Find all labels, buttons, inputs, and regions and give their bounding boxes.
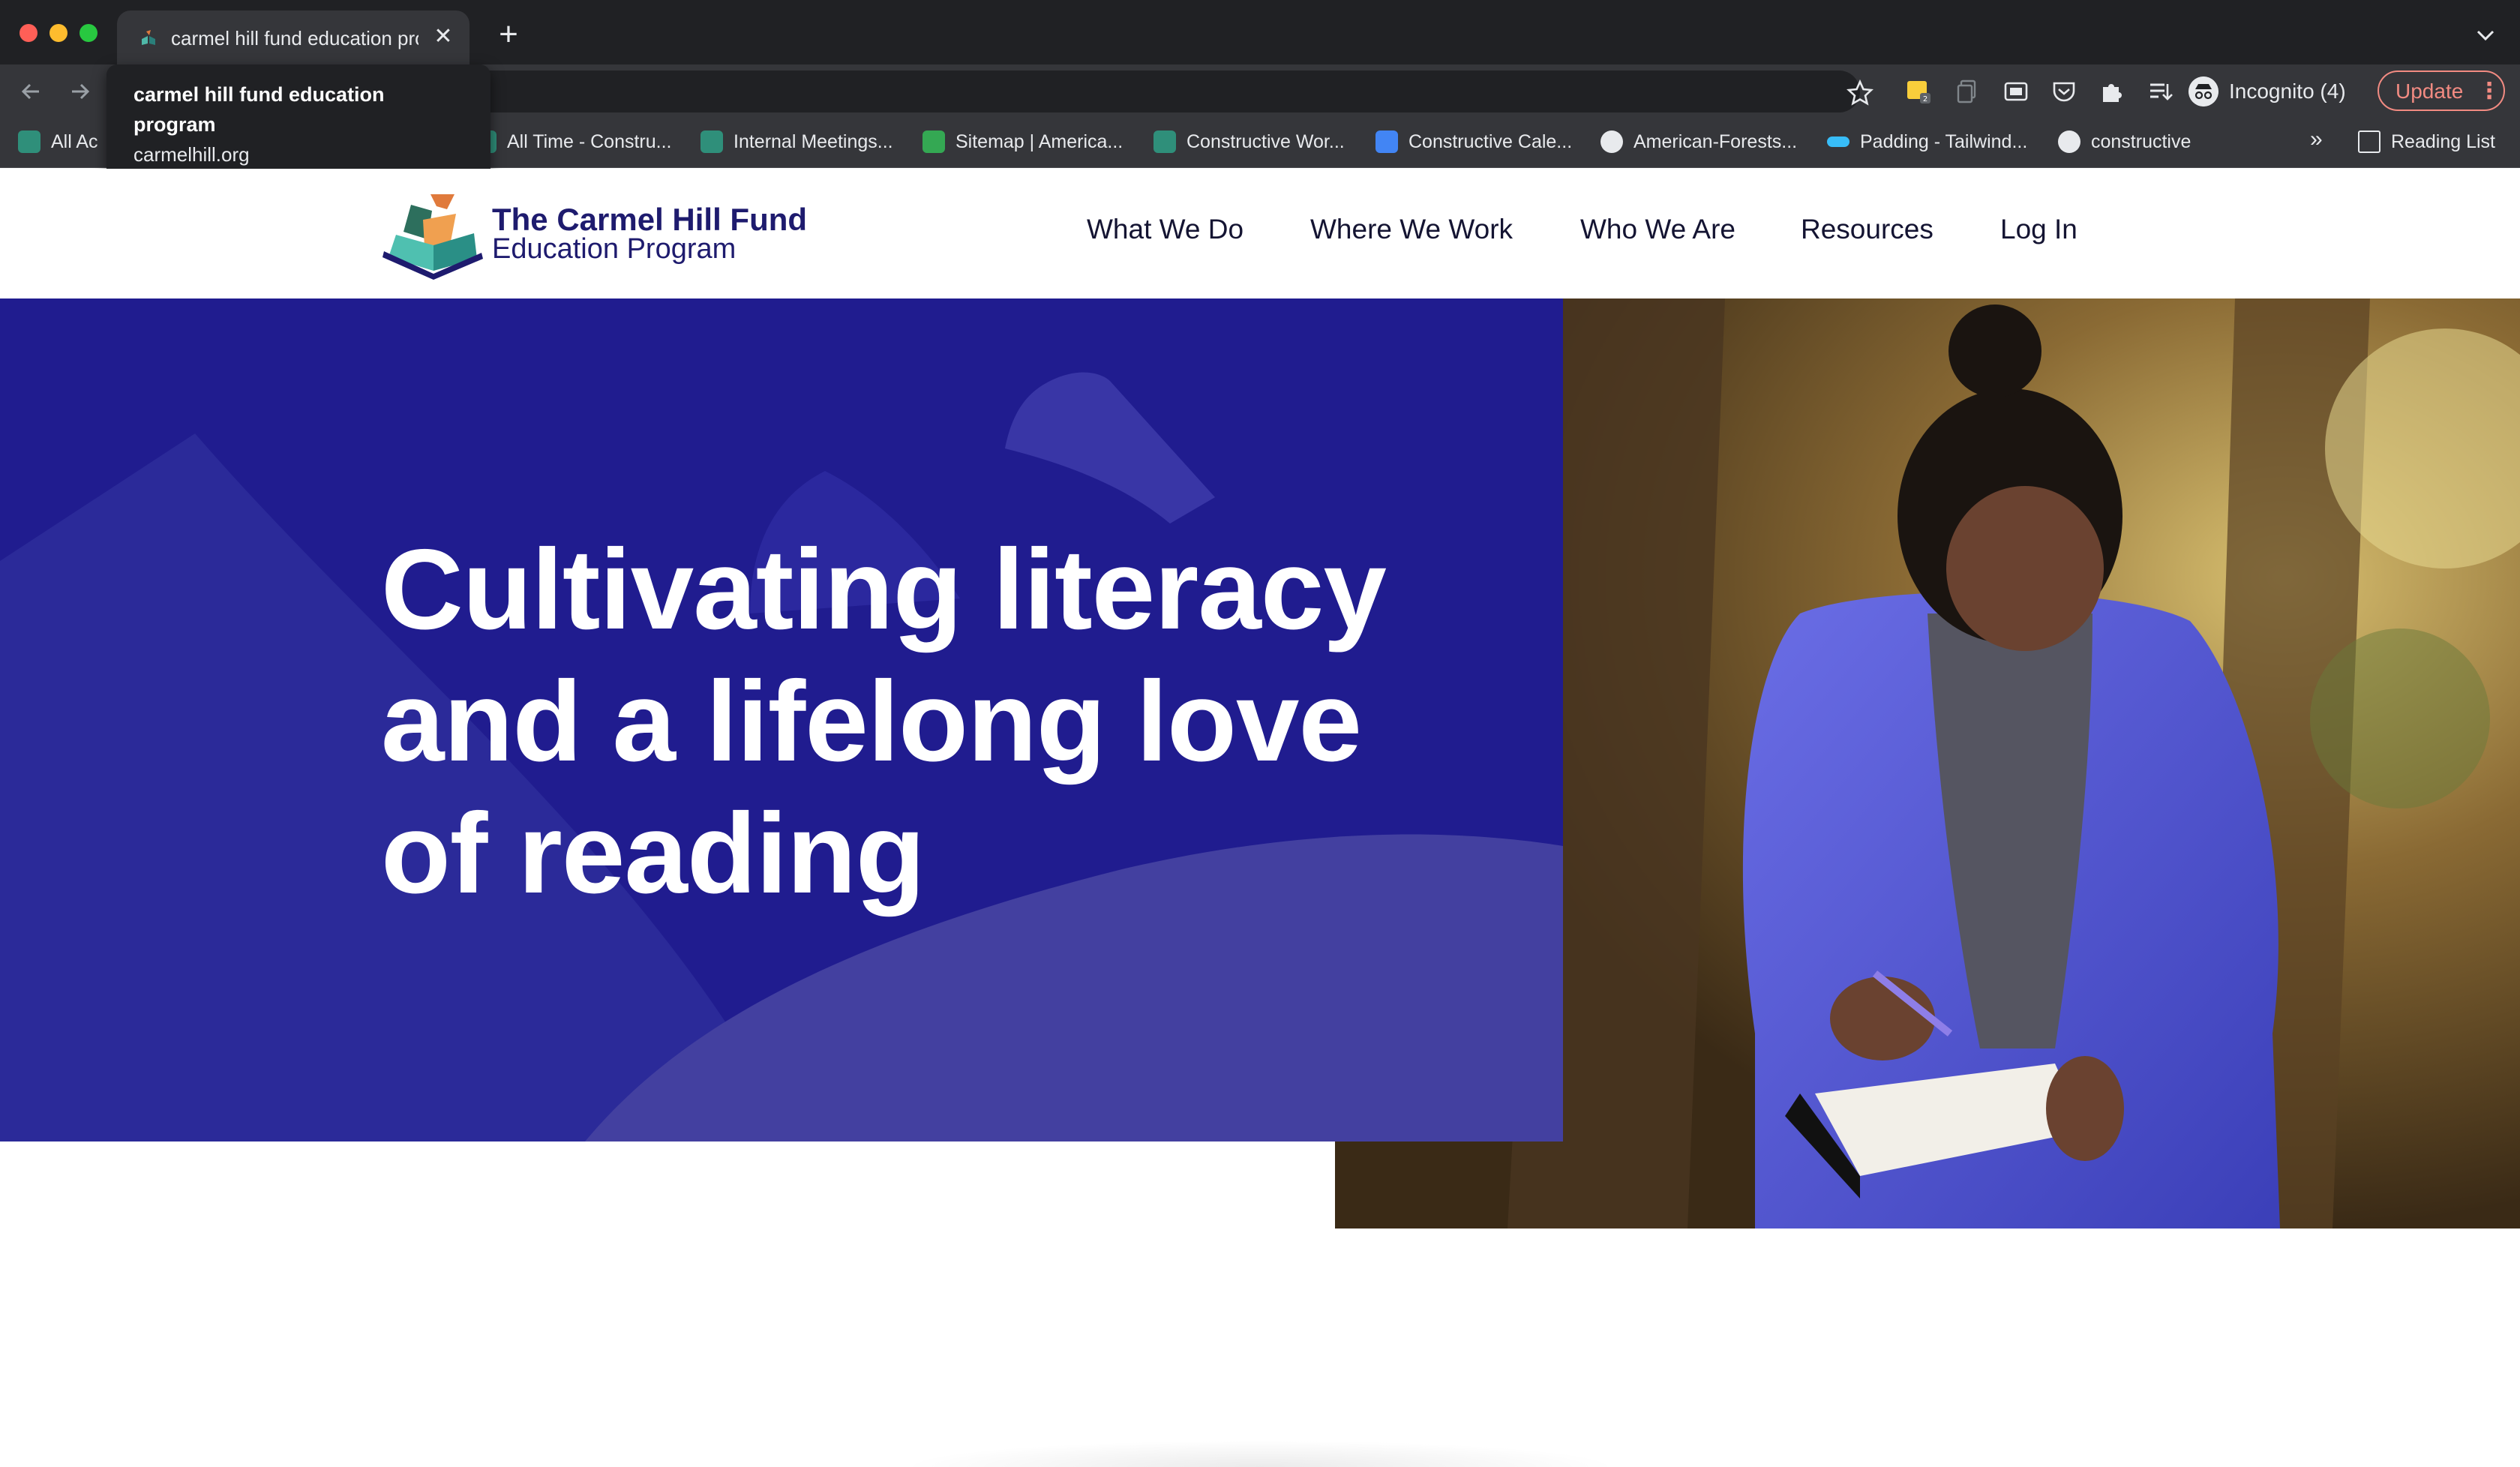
forward-arrow-icon[interactable] (64, 76, 94, 106)
open-book-logo-icon (382, 194, 483, 280)
carmel-hill-favicon-icon (142, 30, 155, 45)
svg-text:2: 2 (1923, 95, 1928, 104)
close-window-button[interactable] (20, 24, 38, 42)
sticky-notes-extension-icon[interactable]: 2 (1905, 78, 1932, 105)
site-header: The Carmel Hill Fund Education Program W… (0, 169, 2520, 298)
browser-tab-strip: carmel hill fund education program ✕ + (0, 0, 2520, 64)
maximize-window-button[interactable] (80, 24, 98, 42)
hero-section: Cultivating literacy and a lifelong love… (0, 298, 1563, 1142)
more-vertical-icon[interactable]: ⋮ (2478, 78, 2500, 105)
tab-search-chevron-icon[interactable] (2472, 24, 2499, 46)
tab-hover-tooltip: carmel hill fund education program carme… (106, 64, 490, 186)
bookmark-item[interactable]: constructive (2058, 126, 2191, 158)
reading-queue-icon[interactable] (2146, 78, 2174, 105)
new-tab-icon[interactable]: + (495, 18, 522, 51)
tooltip-url: carmelhill.org (134, 143, 250, 166)
nav-what-we-do[interactable]: What We Do (1087, 211, 1244, 248)
hero-heading: Cultivating literacy and a lifelong love… (381, 526, 1387, 917)
incognito-label: Incognito (4) (2229, 80, 2346, 103)
nav-log-in[interactable]: Log In (2000, 211, 2078, 248)
tab-close-icon[interactable]: ✕ (430, 24, 456, 50)
calendar-icon (1376, 130, 1398, 153)
bookmark-item[interactable]: All Ac (18, 126, 98, 158)
bookmarks-overflow-chevron[interactable]: » (2310, 124, 2323, 154)
back-arrow-icon[interactable] (16, 76, 46, 106)
bookmark-item[interactable]: Internal Meetings... (700, 126, 893, 158)
bookmark-item[interactable]: Sitemap | America... (922, 126, 1123, 158)
bookmark-item[interactable]: Constructive Wor... (1154, 126, 1345, 158)
page-bottom-shadow (900, 1440, 1620, 1467)
tailwind-icon (1827, 136, 1850, 147)
reading-list-button[interactable]: Reading List (2358, 126, 2495, 158)
github-icon (2058, 130, 2080, 153)
pocket-icon[interactable] (2050, 78, 2078, 105)
sheets-icon (922, 130, 945, 153)
nav-where-we-work[interactable]: Where We Work (1310, 211, 1513, 248)
constructive-icon (1154, 130, 1176, 153)
update-button[interactable]: Update ⋮ (2378, 70, 2505, 111)
extensions-puzzle-icon[interactable] (2098, 78, 2126, 105)
constructive-icon (18, 130, 40, 153)
tooltip-title: carmel hill fund education program (134, 83, 385, 136)
incognito-icon (2188, 76, 2218, 106)
nav-resources[interactable]: Resources (1801, 211, 1934, 248)
browser-tab-active[interactable]: carmel hill fund education program ✕ (117, 10, 470, 64)
update-label: Update (2396, 80, 2464, 103)
constructive-icon (700, 130, 723, 153)
bookmark-item[interactable]: All Time - Constru... (474, 126, 672, 158)
minimize-window-button[interactable] (50, 24, 68, 42)
bookmark-item[interactable]: American-Forests... (1600, 126, 1797, 158)
reading-list-icon (2358, 130, 2380, 153)
screen-reader-extension-icon[interactable] (2002, 78, 2030, 105)
copy-extension-icon[interactable] (1954, 78, 1982, 105)
github-icon (1600, 130, 1623, 153)
site-logo[interactable]: The Carmel Hill Fund Education Program (381, 190, 816, 281)
tab-title: carmel hill fund education program (171, 27, 418, 50)
bookmark-item[interactable]: Padding - Tailwind... (1827, 126, 2027, 158)
nav-who-we-are[interactable]: Who We Are (1580, 211, 1736, 248)
bookmark-item[interactable]: Constructive Cale... (1376, 126, 1572, 158)
incognito-profile-button[interactable]: Incognito (4) (2188, 74, 2362, 110)
logo-subtitle: Education Program (492, 233, 736, 265)
bookmark-star-icon[interactable] (1845, 78, 1875, 108)
